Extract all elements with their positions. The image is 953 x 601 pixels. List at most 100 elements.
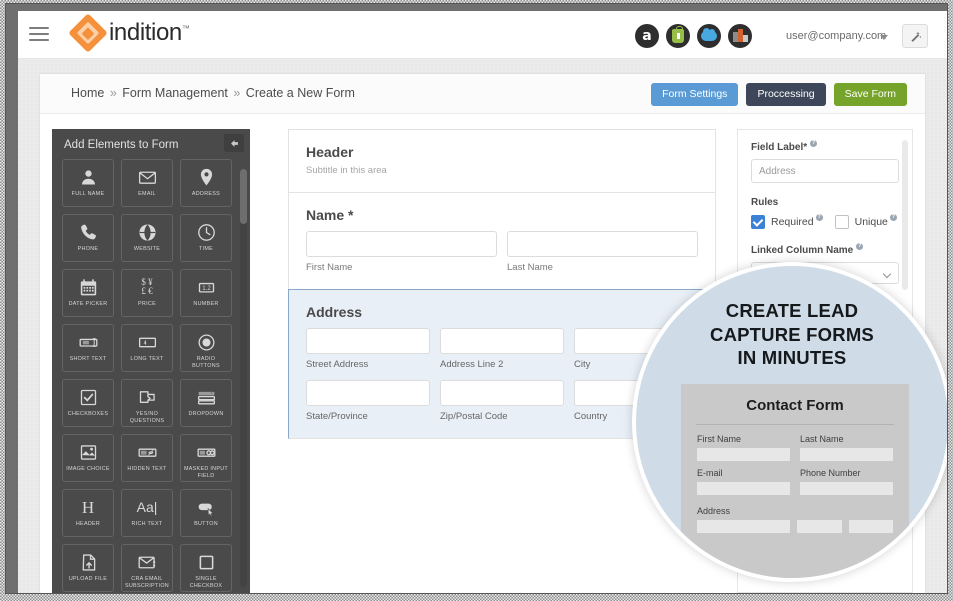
element-tile-label: HEADER — [75, 521, 101, 527]
info-icon[interactable]: ? — [815, 214, 823, 221]
element-tile-rich-text[interactable]: Aa| RICH TEXT — [121, 489, 173, 537]
element-tile-label: UPLOAD FILE — [68, 576, 108, 582]
unique-checkbox[interactable] — [834, 215, 849, 229]
field-label-input[interactable] — [751, 159, 899, 183]
clock-icon — [181, 221, 231, 243]
element-tile-radio-buttons[interactable]: RADIO BUTTONS — [180, 324, 232, 372]
preview-last-name-input[interactable] — [800, 448, 893, 461]
preview-address-label: Address — [697, 506, 731, 516]
element-tile-full-name[interactable]: FULL NAME — [62, 159, 114, 207]
collapse-panel-button[interactable] — [224, 134, 244, 152]
bigcommerce-icon[interactable] — [728, 24, 752, 48]
last-name-input[interactable] — [507, 231, 698, 257]
unique-label-wrap: Unique ? — [855, 214, 897, 228]
info-icon[interactable]: ? — [856, 243, 864, 250]
preview-address-city-input[interactable] — [797, 520, 842, 533]
first-name-field: First Name — [306, 231, 497, 273]
preview-address-inputs — [697, 520, 893, 533]
element-tile-website[interactable]: WEBSITE — [121, 214, 173, 262]
element-tile-address[interactable]: ADDRESS — [180, 159, 232, 207]
breadcrumb-form-management[interactable]: Form Management — [122, 86, 228, 100]
upload-file-icon — [63, 551, 113, 573]
element-tile-short-text[interactable]: SHORT TEXT — [62, 324, 114, 372]
address-line-2-input[interactable] — [440, 328, 564, 354]
calendar-icon — [63, 276, 113, 298]
elements-panel-scrollbar[interactable] — [240, 169, 247, 587]
magnifier-overlay: CREATE LEAD CAPTURE FORMS IN MINUTES Con… — [632, 262, 947, 582]
preview-last-name-label: Last Name — [800, 434, 844, 444]
street-address-label: Street Address — [306, 359, 369, 370]
processing-button[interactable]: Proccessing — [746, 83, 826, 106]
preview-address-street-input[interactable] — [697, 520, 791, 533]
element-tile-label: CHECKBOXES — [67, 411, 109, 417]
hidden-text-icon — [122, 441, 172, 463]
element-tile-dropdown[interactable]: DROPDOWN — [180, 379, 232, 427]
rules-checkbox-row: Required ? Unique ? — [751, 214, 899, 229]
button-icon — [181, 496, 231, 518]
element-tile-header[interactable]: H HEADER — [62, 489, 114, 537]
shopify-icon[interactable] — [666, 24, 690, 48]
element-tile-phone[interactable]: PHONE — [62, 214, 114, 262]
platform-integration-icons: a — [635, 24, 752, 48]
element-tile-upload-file[interactable]: UPLOAD FILE — [62, 544, 114, 592]
amazon-icon[interactable]: a — [635, 24, 659, 48]
element-tile-checkboxes[interactable]: CHECKBOXES — [62, 379, 114, 427]
preview-row-2: E-mail Phone Number — [697, 468, 893, 495]
form-settings-button[interactable]: Form Settings — [651, 83, 739, 106]
svg-text:1.2: 1.2 — [202, 284, 211, 291]
last-name-field: Last Name — [507, 231, 698, 273]
element-tile-image-choice[interactable]: IMAGE CHOICE — [62, 434, 114, 482]
info-icon[interactable]: ? — [810, 140, 818, 147]
magic-wand-icon — [910, 31, 922, 42]
first-name-input[interactable] — [306, 231, 497, 257]
salesforce-icon[interactable] — [697, 24, 721, 48]
map-pin-icon — [181, 166, 231, 188]
element-tile-single-checkbox[interactable]: SINGLE CHECKBOX — [180, 544, 232, 592]
state-province-input[interactable] — [306, 380, 430, 406]
required-checkbox[interactable] — [751, 215, 765, 229]
preview-phone-label: Phone Number — [800, 468, 861, 478]
info-icon[interactable]: ? — [889, 214, 897, 221]
breadcrumb-home[interactable]: Home — [71, 86, 104, 100]
name-block[interactable]: Name * First Name Last Name — [288, 192, 716, 289]
globe-icon — [122, 221, 172, 243]
element-tile-yes-no-questions[interactable]: YES/NO QUESTIONS — [121, 379, 173, 427]
envelope-icon — [122, 166, 172, 188]
element-tile-number[interactable]: 1.2 NUMBER — [180, 269, 232, 317]
zip-postal-code-input[interactable] — [440, 380, 564, 406]
user-email-label[interactable]: user@company.com — [786, 30, 886, 42]
window-bezel: indition™ a user@company.com Home » Form… — [6, 4, 947, 593]
preview-first-name-input[interactable] — [697, 448, 790, 461]
street-address-input[interactable] — [306, 328, 430, 354]
app-logo[interactable]: indition™ — [68, 13, 190, 53]
properties-panel-scrollbar[interactable] — [902, 140, 908, 290]
element-tile-hidden-text[interactable]: HIDDEN TEXT — [121, 434, 173, 482]
element-tile-button[interactable]: BUTTON — [180, 489, 232, 537]
field-label-title: Field Label* ? — [751, 140, 899, 153]
element-tile-email[interactable]: EMAIL — [121, 159, 173, 207]
required-label: Required — [771, 216, 814, 228]
preview-email-input[interactable] — [697, 482, 790, 495]
preview-phone-input[interactable] — [800, 482, 893, 495]
element-tile-date-picker[interactable]: DATE PICKER — [62, 269, 114, 317]
trademark-icon: ™ — [181, 24, 190, 33]
element-tile-cra-email-subscription[interactable]: CRA EMAIL SUBSCRIPTION — [121, 544, 173, 592]
hamburger-menu-icon[interactable] — [29, 27, 49, 41]
preview-address-state-input[interactable] — [848, 520, 893, 533]
element-tile-time[interactable]: TIME — [180, 214, 232, 262]
element-tile-long-text[interactable]: a LONG TEXT — [121, 324, 173, 372]
element-tile-price[interactable]: $ ¥ £ € PRICE — [121, 269, 173, 317]
magic-wand-button[interactable] — [902, 24, 928, 48]
header-block[interactable]: Header Subtitle in this area — [288, 129, 716, 192]
chevron-down-icon[interactable] — [880, 35, 888, 40]
preview-email-label: E-mail — [697, 468, 723, 478]
element-tile-label: RADIO BUTTONS — [192, 356, 220, 370]
preview-address-section: Address — [697, 506, 893, 533]
save-form-button[interactable]: Save Form — [833, 83, 907, 106]
radio-button-icon — [181, 331, 231, 353]
element-tile-masked-input-field[interactable]: MASKED INPUT FIELD — [180, 434, 232, 482]
scrollbar-thumb[interactable] — [240, 169, 247, 224]
breadcrumb: Home » Form Management » Create a New Fo… — [71, 86, 355, 100]
promo-headline-line-2: CAPTURE FORMS — [710, 323, 874, 345]
element-tile-label: MASKED INPUT FIELD — [183, 466, 229, 480]
